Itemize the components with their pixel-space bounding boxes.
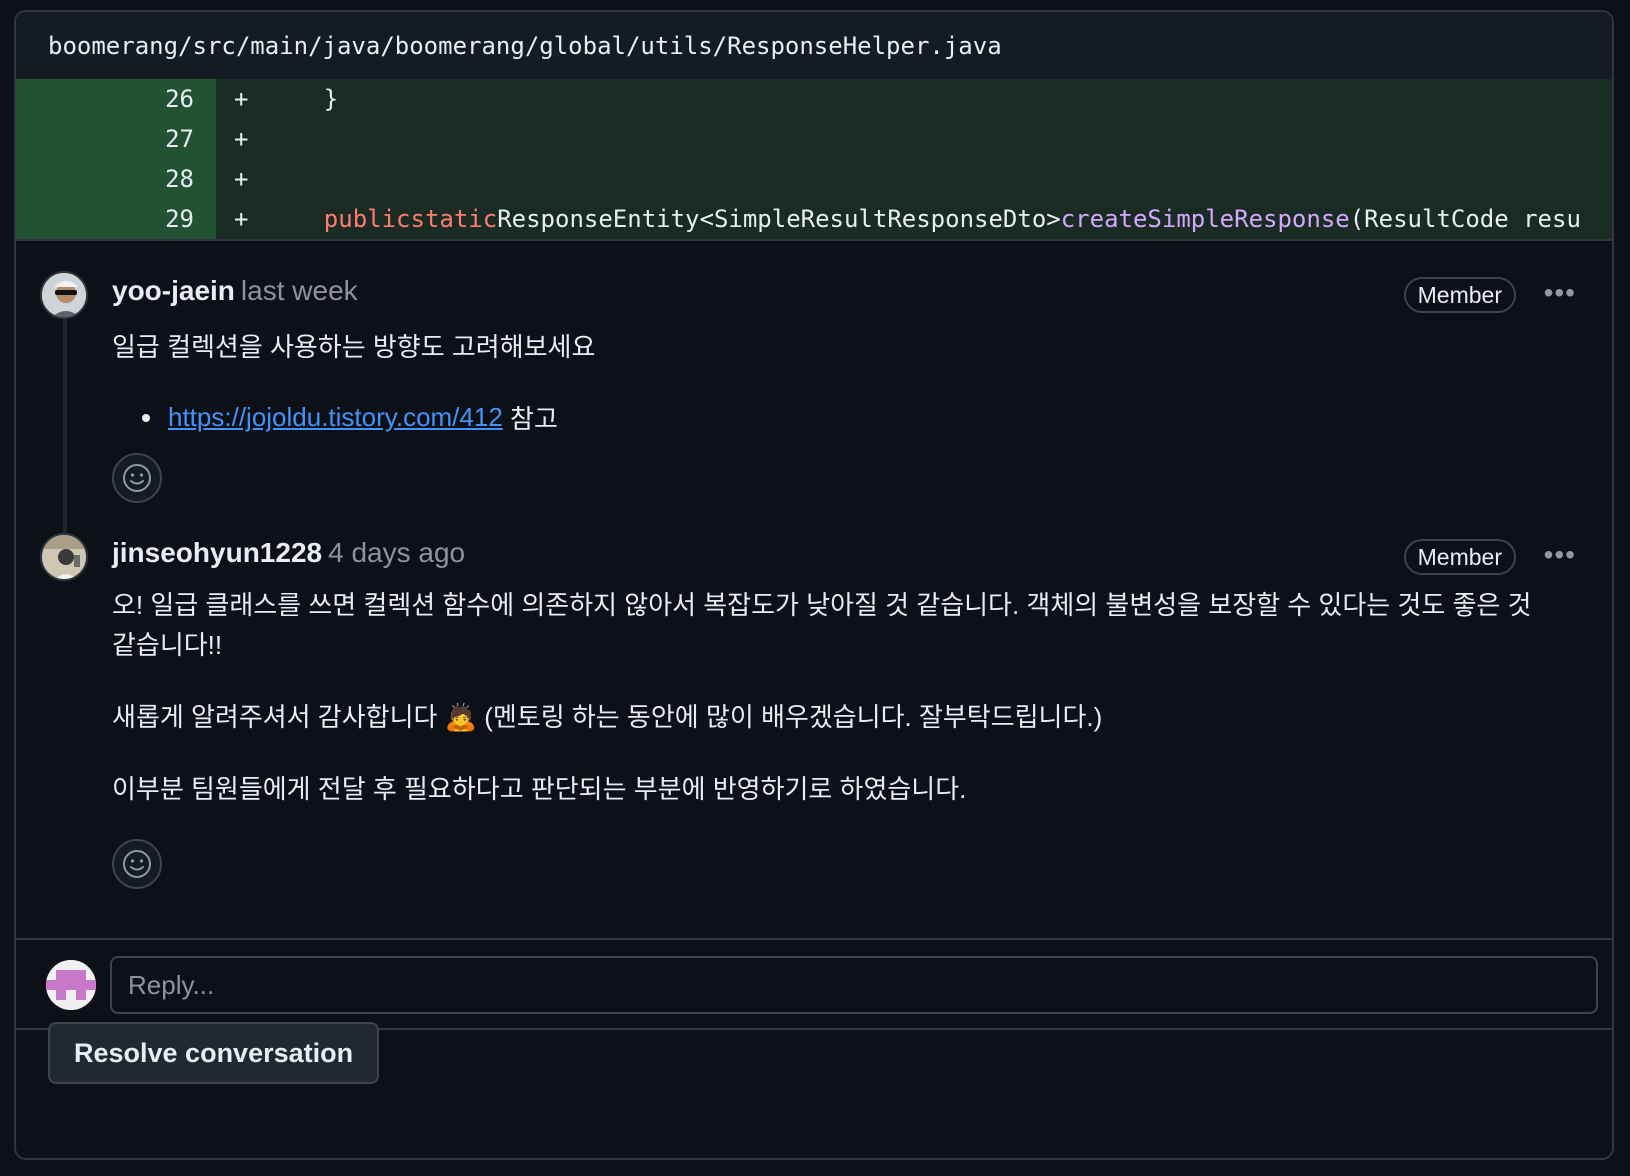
timestamp[interactable]: 4 days ago xyxy=(328,537,465,568)
diff-sign: + xyxy=(234,165,249,193)
code-text: } xyxy=(266,85,339,113)
avatar[interactable] xyxy=(40,533,88,581)
comment-body: 일급 컬렉션을 사용하는 방향도 고려해보세요 xyxy=(112,332,596,362)
method-params: (ResultCode resu xyxy=(1349,205,1581,233)
diff-hunk: 26 + } 27 + 28 + 29 + public static Resp… xyxy=(16,79,1612,239)
method-name: createSimpleResponse xyxy=(1060,205,1350,233)
line-number[interactable]: 27 xyxy=(16,119,216,159)
line-number[interactable]: 28 xyxy=(16,159,216,199)
keyword-public: public xyxy=(323,205,411,233)
add-reaction-button[interactable] xyxy=(112,453,162,503)
file-path[interactable]: boomerang/src/main/java/boomerang/global… xyxy=(48,32,1002,60)
member-badge: Member xyxy=(1403,277,1516,313)
comment-header: yoo-jaein last week xyxy=(112,275,358,307)
reply-input[interactable] xyxy=(110,956,1598,1014)
smiley-icon xyxy=(123,464,151,492)
timestamp[interactable]: last week xyxy=(241,275,358,306)
badge-label: Member xyxy=(1417,543,1502,570)
diff-line: 26 + } xyxy=(16,79,1612,119)
author-name[interactable]: yoo-jaein xyxy=(112,275,235,306)
kebab-horizontal-icon[interactable]: ••• xyxy=(1544,539,1576,571)
diff-line: 27 + xyxy=(16,119,1612,159)
current-user-avatar[interactable] xyxy=(46,960,96,1010)
bullet-dot xyxy=(142,413,150,422)
avatar[interactable] xyxy=(40,271,88,319)
add-reaction-button[interactable] xyxy=(112,839,162,889)
link-suffix: 참고 xyxy=(502,404,558,434)
badge-label: Member xyxy=(1417,281,1502,308)
comment-paragraph: 새롭게 알려주셔서 감사합니다 🙇 (멘토링 하는 동안에 많이 배우겠습니다.… xyxy=(112,702,1103,732)
thread-rail xyxy=(63,316,67,556)
line-number[interactable]: 26 xyxy=(16,79,216,119)
line-number[interactable]: 29 xyxy=(16,199,216,239)
diff-sign: + xyxy=(234,85,249,113)
keyword-static: static xyxy=(410,205,498,233)
comment-header: jinseohyun1228 4 days ago xyxy=(112,537,465,569)
file-path-header: boomerang/src/main/java/boomerang/global… xyxy=(16,12,1612,79)
comment-paragraph: 오! 일급 클래스를 쓰면 컬렉션 함수에 의존하지 않아서 복잡도가 낮아질 … xyxy=(112,590,1532,660)
list-item: https://jojoldu.tistory.com/412 참고 xyxy=(142,399,558,436)
diff-line: 29 + public static ResponseEntity<Simple… xyxy=(16,199,1612,239)
kebab-horizontal-icon[interactable]: ••• xyxy=(1544,277,1576,309)
author-name[interactable]: jinseohyun1228 xyxy=(112,537,322,568)
reply-bar xyxy=(16,938,1612,1030)
comment-paragraph: 이부분 팀원들에게 전달 후 필요하다고 판단되는 부분에 반영하기로 하였습니… xyxy=(112,774,967,804)
comment-list: yoo-jaein last week Member ••• 일급 컬렉션을 사용… xyxy=(16,241,1612,931)
smiley-icon xyxy=(123,850,151,878)
resolve-conversation-button[interactable]: Resolve conversation xyxy=(48,1022,380,1084)
return-type: ResponseEntity<SimpleResultResponseDto> xyxy=(497,205,1061,233)
diff-sign: + xyxy=(234,125,249,153)
diff-line: 28 + xyxy=(16,159,1612,199)
reference-link[interactable]: https://jojoldu.tistory.com/412 xyxy=(168,402,503,433)
diff-sign: + xyxy=(234,205,249,233)
member-badge: Member xyxy=(1403,539,1516,575)
review-thread: boomerang/src/main/java/boomerang/global… xyxy=(14,10,1614,1160)
